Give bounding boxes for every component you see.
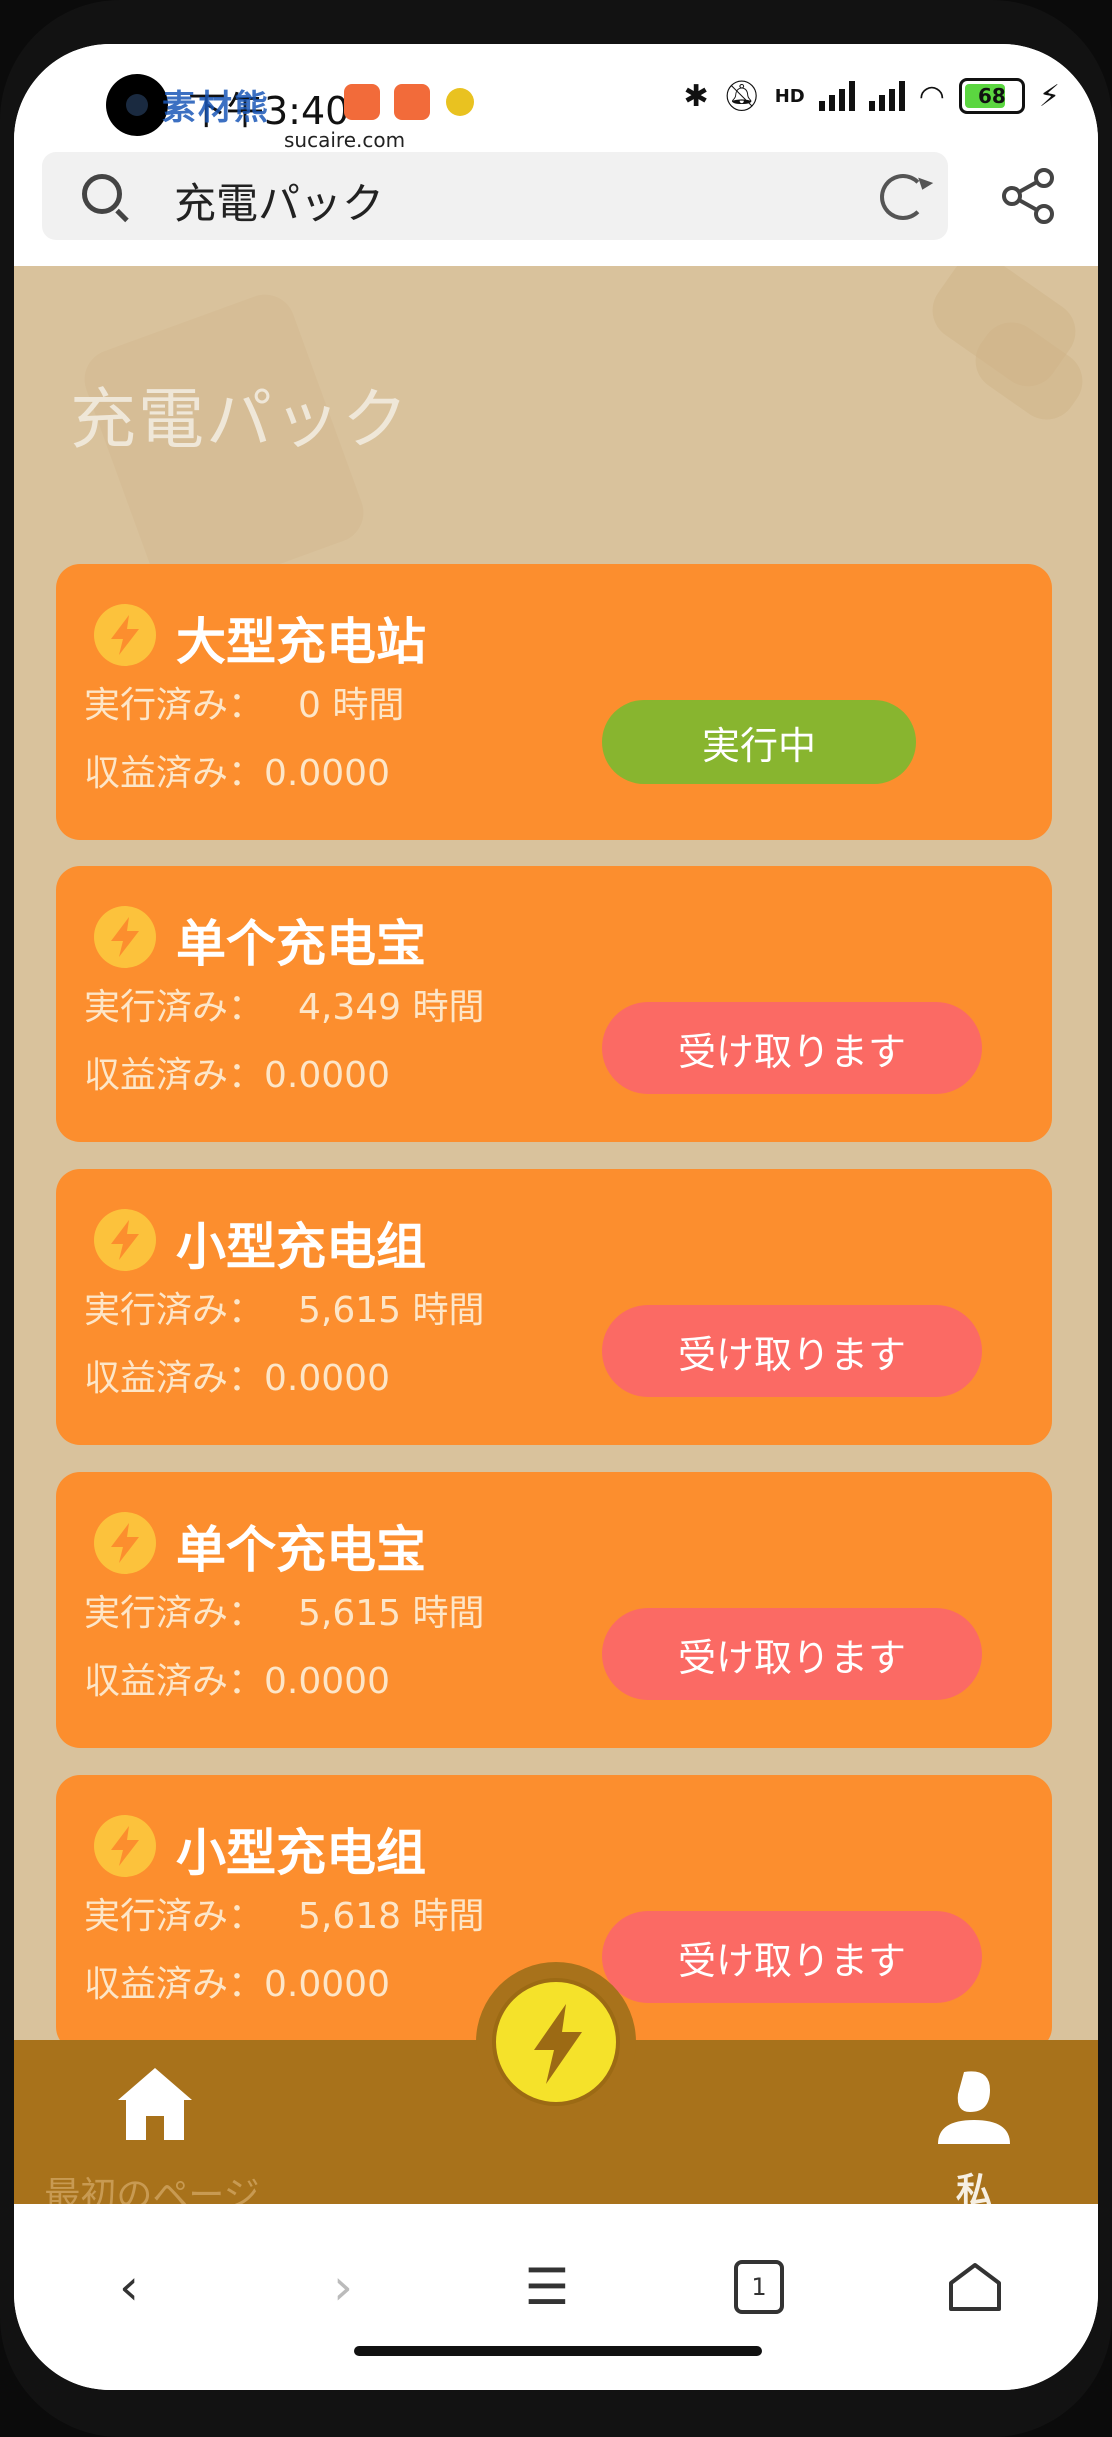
charger-card: 单个充电宝 実行済み： 4,349 時間 収益済み：0.0000 受け取ります	[56, 866, 1052, 1142]
card-title: 大型充电站	[176, 613, 426, 671]
back-icon[interactable]: ‹	[94, 2252, 164, 2322]
bluetooth-icon: ✱	[683, 78, 709, 114]
charger-card: 小型充电组 実行済み： 5,615 時間 収益済み：0.0000 受け取ります	[56, 1169, 1052, 1445]
card-title: 单个充电宝	[176, 1521, 426, 1579]
app-notification-icon	[394, 84, 430, 120]
earnings-value: 0.0000	[264, 1964, 390, 2005]
run-time-line: 実行済み： 4,349 時間	[84, 987, 485, 1028]
page-title: 充電パック	[70, 381, 410, 458]
menu-icon[interactable]: ☰	[512, 2252, 582, 2322]
charging-icon: ⚡︎	[1038, 78, 1060, 114]
tabs-button[interactable]: 1	[724, 2252, 794, 2322]
charge-fab-button[interactable]	[476, 1962, 636, 2122]
bolt-icon	[94, 906, 156, 968]
run-time-value: 5,615 時間	[298, 1593, 485, 1634]
collect-button[interactable]: 受け取ります	[602, 1002, 982, 1094]
run-time-line: 実行済み： 5,615 時間	[84, 1593, 485, 1634]
signal-icon	[868, 81, 905, 111]
tab-count: 1	[734, 2260, 784, 2314]
earnings-line: 収益済み：0.0000	[84, 1964, 390, 2005]
search-query[interactable]: 充電パック	[174, 170, 384, 231]
music-notification-icon	[446, 88, 474, 116]
card-title: 单个充电宝	[176, 915, 426, 973]
share-icon[interactable]	[1000, 168, 1058, 224]
collect-button[interactable]: 受け取ります	[602, 1608, 982, 1700]
bolt-icon	[94, 1815, 156, 1877]
signal-icon	[818, 81, 855, 111]
card-title: 小型充电组	[176, 1218, 426, 1276]
collect-button[interactable]: 受け取ります	[602, 1911, 982, 2003]
run-time-value: 0 時間	[298, 685, 405, 726]
tab-home[interactable]: 最初のページ	[32, 2058, 272, 2216]
bolt-icon	[492, 1978, 620, 2106]
earnings-line: 収益済み：0.0000	[84, 1661, 390, 1702]
browser-home-icon[interactable]	[940, 2252, 1010, 2322]
front-camera	[106, 74, 168, 136]
phone-frame: 下午3:40 素材熊 sucaire.com ✱ 🔕︎ HD ◠ 68 ⚡︎ 充…	[0, 0, 1112, 2437]
browser-navigation: ‹ › ☰ 1	[14, 2204, 1098, 2390]
run-time-line: 実行済み： 5,618 時間	[84, 1896, 485, 1937]
user-icon	[938, 2071, 1010, 2144]
running-button[interactable]: 実行中	[602, 700, 916, 784]
app-notification-icon	[344, 84, 380, 120]
content-area: 充電パック 大型充电站 実行済み： 0 時間 収益済み：0.0000 実行中 单个…	[14, 266, 1098, 2084]
hd-badge: HD	[774, 85, 805, 107]
watermark-url: sucaire.com	[284, 128, 406, 152]
run-time-value: 4,349 時間	[298, 987, 485, 1028]
charger-card: 单个充电宝 実行済み： 5,615 時間 収益済み：0.0000 受け取ります	[56, 1472, 1052, 1748]
watermark-logo: 素材熊	[162, 88, 270, 128]
run-time-value: 5,615 時間	[298, 1290, 485, 1331]
wifi-icon: ◠	[918, 78, 945, 114]
bolt-icon	[94, 604, 156, 666]
address-bar[interactable]: 充電パック	[42, 152, 948, 240]
earnings-line: 収益済み：0.0000	[84, 1358, 390, 1399]
run-time-line: 実行済み： 5,615 時間	[84, 1290, 485, 1331]
home-icon	[118, 2068, 192, 2140]
run-time-value: 5,618 時間	[298, 1896, 485, 1937]
status-right-icons: ✱ 🔕︎ HD ◠ 68 ⚡︎	[683, 78, 1060, 114]
refresh-icon[interactable]	[880, 174, 926, 220]
collect-button[interactable]: 受け取ります	[602, 1305, 982, 1397]
bolt-icon	[94, 1512, 156, 1574]
earnings-value: 0.0000	[264, 1055, 390, 1096]
charger-card: 大型充电站 実行済み： 0 時間 収益済み：0.0000 実行中	[56, 564, 1052, 840]
bolt-icon	[94, 1209, 156, 1271]
tab-me[interactable]: 私	[894, 2058, 1054, 2212]
run-time-line: 実行済み： 0 時間	[84, 685, 405, 726]
earnings-value: 0.0000	[264, 1661, 390, 1702]
forward-icon[interactable]: ›	[308, 2252, 378, 2322]
home-indicator[interactable]	[354, 2346, 762, 2356]
earnings-line: 収益済み：0.0000	[84, 1055, 390, 1096]
battery-icon: 68	[958, 78, 1025, 114]
earnings-value: 0.0000	[264, 1358, 390, 1399]
earnings-value: 0.0000	[264, 753, 390, 794]
earnings-line: 収益済み：0.0000	[84, 753, 390, 794]
search-icon	[82, 174, 122, 214]
card-title: 小型充电组	[176, 1824, 426, 1882]
mute-icon: 🔕︎	[722, 78, 761, 114]
